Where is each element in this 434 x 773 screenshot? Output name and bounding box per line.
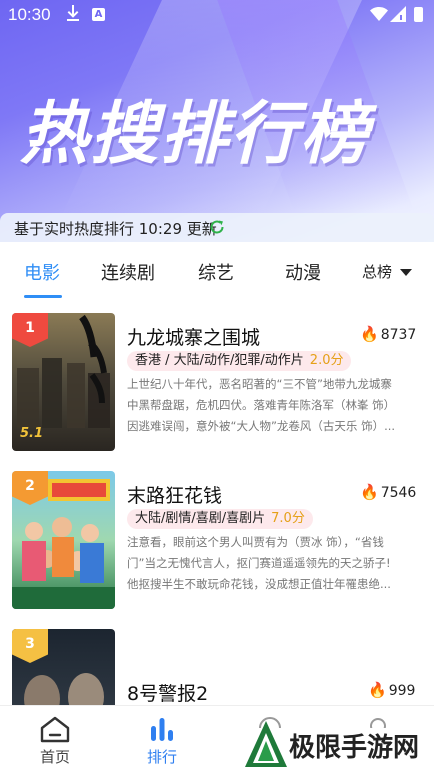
tab-anime[interactable]: 动漫 <box>285 259 321 285</box>
nav-home[interactable]: 首页 <box>15 706 95 773</box>
flame-icon: 🔥 <box>360 483 379 501</box>
chevron-down-icon <box>400 269 413 276</box>
svg-text:5.1: 5.1 <box>20 426 43 441</box>
description-line: 上世纪八十年代，恶名昭著的“三不管”地带九龙城寨 <box>127 377 392 391</box>
tab-movie[interactable]: 电影 <box>24 259 60 285</box>
download-icon <box>66 5 80 25</box>
item-description: 上世纪八十年代，恶名昭著的“三不管”地带九龙城寨 中黑帮盘踞，危机四伏。落难青年… <box>127 374 407 437</box>
genre-text: 大陆/剧情/喜剧/喜剧片 <box>135 511 266 526</box>
update-text: 基于实时热度排行 10:29 更新 <box>14 220 217 238</box>
home-icon <box>40 716 70 743</box>
description-line: 因逃难误闯，意外被“大人物”龙卷风（古天乐 饰）... <box>127 419 396 433</box>
flame-icon: 🔥 <box>368 681 387 699</box>
genre-tag: 香港 / 大陆/动作/犯罪/动作片 2.0分 <box>127 351 352 371</box>
list-item[interactable]: 5.1 1 九龙城寨之围城 🔥 8737 香港 / 大陆/动作/犯罪/动作片 2.0… <box>0 301 434 451</box>
heat-count: 🔥 7546 <box>360 483 416 501</box>
category-tabs: 电影 连续剧 综艺 动漫 总榜 <box>0 243 434 301</box>
page-title: 热搜排行榜 <box>20 95 371 174</box>
poster-image: 2 <box>12 471 115 609</box>
list-item[interactable]: 2 末路狂花钱 🔥 7546 大陆/剧情/喜剧/喜剧片 7.0分 注意看，眼前这个男… <box>0 459 434 609</box>
poster-image: 5.1 1 <box>12 313 115 451</box>
battery-icon <box>414 7 423 22</box>
description-line: 他抠搜半生不敢玩命花钱，没成想正值壮年罹患绝... <box>127 577 391 591</box>
item-title: 末路狂花钱 <box>127 485 223 507</box>
ranking-icon <box>151 718 173 741</box>
description-line: 中黑帮盘踞，危机四伏。落难青年陈洛军（林峯 饰） <box>127 398 396 412</box>
sort-label: 总榜 <box>362 263 393 281</box>
wifi-icon <box>370 6 388 26</box>
genre-text: 香港 / 大陆/动作/犯罪/动作片 <box>135 353 304 368</box>
update-bar: 基于实时热度排行 10:29 更新 <box>0 213 434 242</box>
description-line: 注意看，眼前这个男人叫贾有为（贾冰 饰），“省钱 <box>127 535 384 549</box>
heat-value: 999 <box>388 683 416 699</box>
signal-icon <box>390 6 406 26</box>
genre-tag: 大陆/剧情/喜剧/喜剧片 7.0分 <box>127 509 313 529</box>
item-description: 注意看，眼前这个男人叫贾有为（贾冰 饰），“省钱 门”当之无愧代言人，抠门赛道遥… <box>127 532 407 595</box>
score: 7.0分 <box>271 511 305 526</box>
refresh-icon[interactable] <box>208 218 226 240</box>
site-watermark: 极限手游网 <box>245 717 434 773</box>
watermark-text: 极限手游网 <box>289 733 420 763</box>
heat-count: 🔥 8737 <box>360 325 416 343</box>
heat-count: 🔥 999 <box>368 681 415 699</box>
heat-value: 7546 <box>380 485 417 501</box>
status-bar: 10:30 A <box>0 0 434 30</box>
description-line: 门”当之无愧代言人，抠门赛道遥遥领先的天之骄子! <box>127 556 391 570</box>
tab-variety[interactable]: 综艺 <box>198 259 234 285</box>
nav-ranking[interactable]: 排行 <box>122 706 202 773</box>
tab-series[interactable]: 连续剧 <box>101 259 155 285</box>
status-time: 10:30 <box>8 5 51 24</box>
score: 2.0分 <box>309 353 344 368</box>
nav-ranking-label: 排行 <box>146 748 177 766</box>
active-tab-indicator <box>24 295 62 298</box>
heat-value: 8737 <box>380 327 417 343</box>
item-title: 九龙城寨之围城 <box>127 327 261 349</box>
hero-banner: 10:30 A 热搜排行榜 基于实时热度排行 10:29 更新 <box>0 0 434 242</box>
item-title: 8号警报2 <box>127 683 209 705</box>
watermark-logo-icon <box>245 721 287 767</box>
nav-home-label: 首页 <box>39 748 70 766</box>
a-app-icon: A <box>92 8 105 21</box>
flame-icon: 🔥 <box>360 325 379 343</box>
sort-dropdown[interactable]: 总榜 <box>362 261 413 282</box>
